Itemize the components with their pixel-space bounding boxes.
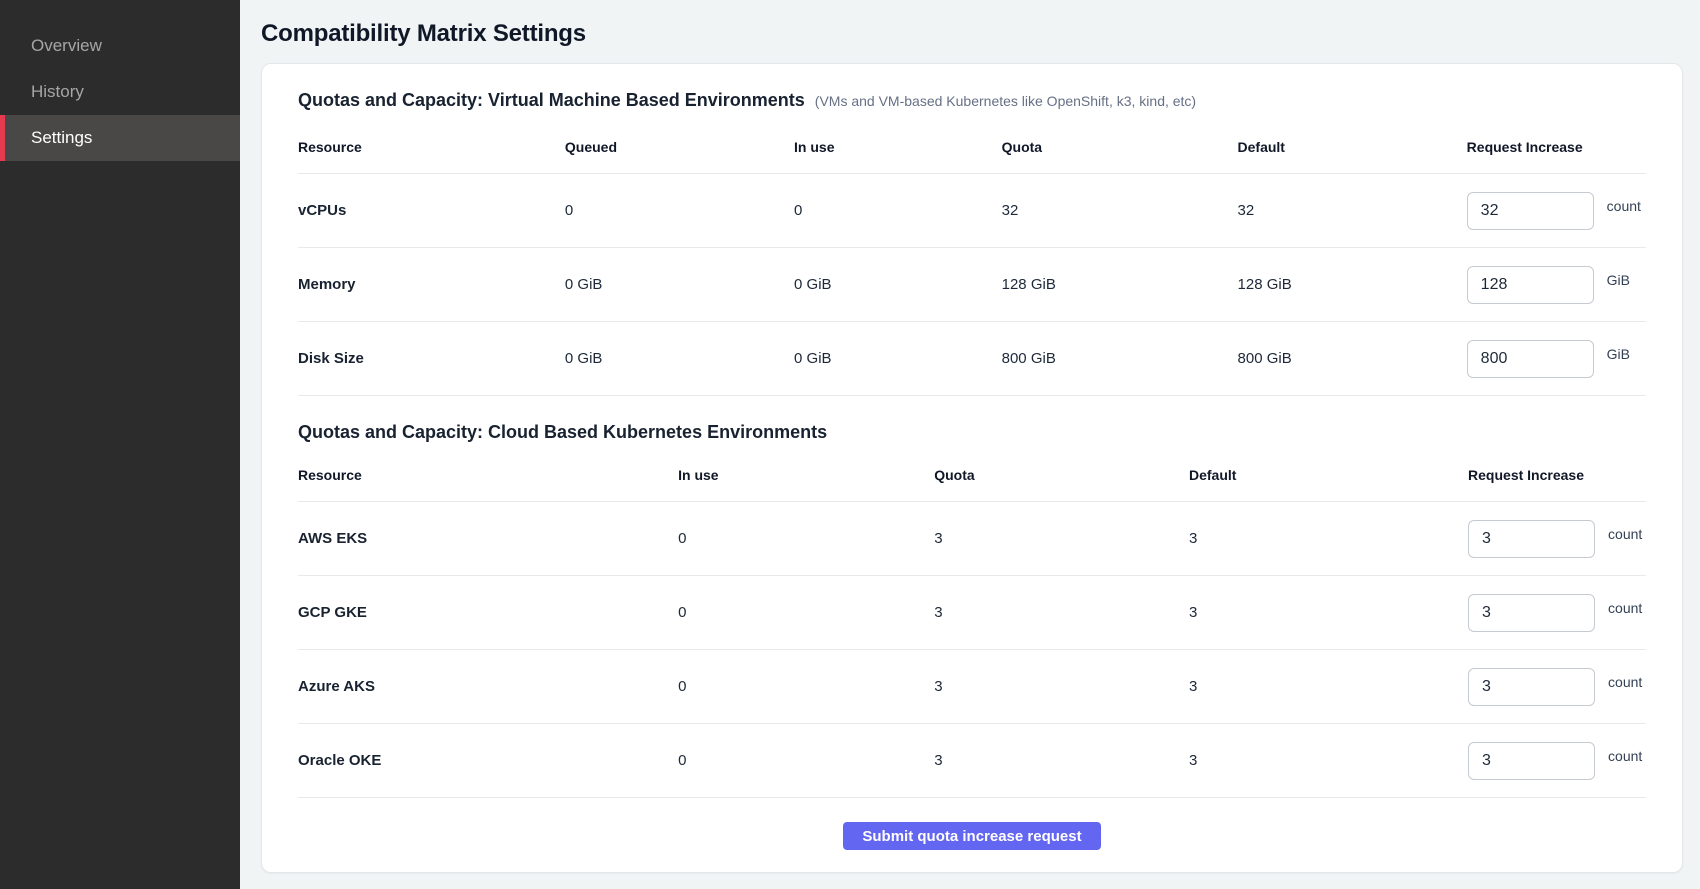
request-increase-cell: count: [1468, 520, 1646, 558]
disk-size-request-input[interactable]: [1467, 340, 1594, 378]
request-increase-cell: count: [1467, 192, 1646, 230]
in-use-value: 0 GiB: [794, 350, 1002, 367]
request-increase-cell: GiB: [1467, 340, 1646, 378]
table-row-oracle-oke: Oracle OKE 0 3 3 count: [298, 724, 1646, 798]
column-header-resource: Resource: [298, 467, 678, 483]
table-row-disk-size: Disk Size 0 GiB 0 GiB 800 GiB 800 GiB Gi…: [298, 322, 1646, 396]
settings-card: Quotas and Capacity: Virtual Machine Bas…: [261, 63, 1683, 873]
main-content: Compatibility Matrix Settings Quotas and…: [240, 0, 1700, 889]
quota-value: 800 GiB: [1002, 350, 1238, 367]
cloud-table: Resource In use Quota Default Request In…: [298, 459, 1646, 798]
card-footer: Submit quota increase request: [298, 798, 1646, 850]
default-value: 800 GiB: [1238, 350, 1467, 367]
oracle-oke-request-input[interactable]: [1468, 742, 1595, 780]
table-row-azure-aks: Azure AKS 0 3 3 count: [298, 650, 1646, 724]
quota-value: 3: [934, 530, 1189, 547]
unit-label: count: [1608, 748, 1642, 764]
queued-value: 0 GiB: [565, 276, 794, 293]
sidebar-item-label: Settings: [31, 128, 92, 147]
request-increase-cell: GiB: [1467, 266, 1646, 304]
quota-value: 3: [934, 678, 1189, 695]
default-value: 3: [1189, 752, 1468, 769]
column-header-in-use: In use: [678, 467, 934, 483]
aws-eks-request-input[interactable]: [1468, 520, 1595, 558]
column-header-resource: Resource: [298, 139, 565, 155]
cloud-section-title: Quotas and Capacity: Cloud Based Kuberne…: [298, 422, 1646, 443]
resource-name: vCPUs: [298, 202, 565, 219]
vm-table-header-row: Resource Queued In use Quota Default Req…: [298, 131, 1646, 174]
default-value: 128 GiB: [1238, 276, 1467, 293]
unit-label: GiB: [1607, 346, 1630, 362]
vm-section-header: Quotas and Capacity: Virtual Machine Bas…: [298, 90, 1646, 111]
active-item-accent-bar: [0, 115, 5, 161]
sidebar-item-settings[interactable]: Settings: [0, 115, 240, 161]
memory-request-input[interactable]: [1467, 266, 1594, 304]
resource-name: AWS EKS: [298, 530, 678, 547]
in-use-value: 0: [678, 530, 934, 547]
quota-value: 3: [934, 752, 1189, 769]
resource-name: Azure AKS: [298, 678, 678, 695]
unit-label: GiB: [1607, 272, 1630, 288]
azure-aks-request-input[interactable]: [1468, 668, 1595, 706]
in-use-value: 0: [678, 752, 934, 769]
resource-name: Memory: [298, 276, 565, 293]
column-header-request-increase: Request Increase: [1468, 467, 1646, 483]
column-header-quota: Quota: [934, 467, 1189, 483]
page-title: Compatibility Matrix Settings: [261, 20, 1683, 48]
submit-quota-increase-button[interactable]: Submit quota increase request: [843, 822, 1100, 850]
queued-value: 0: [565, 202, 794, 219]
column-header-queued: Queued: [565, 139, 794, 155]
table-row-gcp-gke: GCP GKE 0 3 3 count: [298, 576, 1646, 650]
quota-value: 128 GiB: [1002, 276, 1238, 293]
sidebar: Overview History Settings: [0, 0, 240, 889]
vm-section-subtitle: (VMs and VM-based Kubernetes like OpenSh…: [815, 93, 1196, 109]
unit-label: count: [1608, 526, 1642, 542]
resource-name: Disk Size: [298, 350, 565, 367]
unit-label: count: [1608, 600, 1642, 616]
column-header-default: Default: [1189, 467, 1468, 483]
vcpus-request-input[interactable]: [1467, 192, 1594, 230]
column-header-quota: Quota: [1002, 139, 1238, 155]
default-value: 3: [1189, 530, 1468, 547]
vm-section-title: Quotas and Capacity: Virtual Machine Bas…: [298, 90, 805, 111]
app-root: Overview History Settings Compatibility …: [0, 0, 1700, 889]
vm-table: Resource Queued In use Quota Default Req…: [298, 131, 1646, 396]
resource-name: Oracle OKE: [298, 752, 678, 769]
table-row-vcpus: vCPUs 0 0 32 32 count: [298, 174, 1646, 248]
cloud-table-header-row: Resource In use Quota Default Request In…: [298, 459, 1646, 502]
quota-value: 32: [1002, 202, 1238, 219]
unit-label: count: [1608, 674, 1642, 690]
in-use-value: 0 GiB: [794, 276, 1002, 293]
in-use-value: 0: [678, 678, 934, 695]
table-row-aws-eks: AWS EKS 0 3 3 count: [298, 502, 1646, 576]
unit-label: count: [1607, 198, 1641, 214]
quota-value: 3: [934, 604, 1189, 621]
column-header-in-use: In use: [794, 139, 1002, 155]
column-header-request-increase: Request Increase: [1467, 139, 1646, 155]
default-value: 32: [1238, 202, 1467, 219]
resource-name: GCP GKE: [298, 604, 678, 621]
in-use-value: 0: [794, 202, 1002, 219]
default-value: 3: [1189, 604, 1468, 621]
sidebar-item-history[interactable]: History: [0, 69, 240, 115]
request-increase-cell: count: [1468, 668, 1646, 706]
sidebar-nav: Overview History Settings: [0, 23, 240, 161]
default-value: 3: [1189, 678, 1468, 695]
column-header-default: Default: [1238, 139, 1467, 155]
table-row-memory: Memory 0 GiB 0 GiB 128 GiB 128 GiB GiB: [298, 248, 1646, 322]
sidebar-item-label: Overview: [31, 36, 102, 55]
sidebar-item-overview[interactable]: Overview: [0, 23, 240, 69]
in-use-value: 0: [678, 604, 934, 621]
gcp-gke-request-input[interactable]: [1468, 594, 1595, 632]
queued-value: 0 GiB: [565, 350, 794, 367]
request-increase-cell: count: [1468, 742, 1646, 780]
request-increase-cell: count: [1468, 594, 1646, 632]
sidebar-item-label: History: [31, 82, 84, 101]
